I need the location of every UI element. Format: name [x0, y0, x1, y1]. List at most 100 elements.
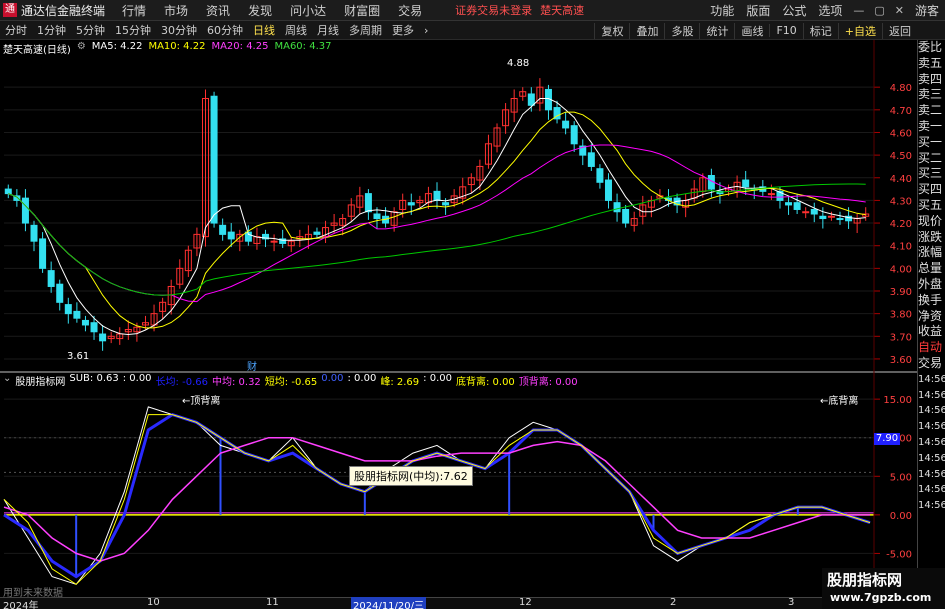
menu-discover[interactable]: 发现 [239, 2, 281, 19]
guest-user[interactable]: 游客 [909, 2, 945, 19]
menu-quotes[interactable]: 行情 [113, 2, 155, 19]
trade-login-warning[interactable]: 证券交易未登录 [455, 2, 532, 18]
candle-down [73, 310, 81, 319]
sub-legend: ⌄ 股朋指标网 SUB: 0.63 : 0.00 长均: -0.66 中均: 0… [3, 373, 578, 388]
candle-up [827, 215, 835, 218]
chart-title[interactable]: 楚天高速(日线) [3, 41, 71, 56]
multi-stock-button[interactable]: 多股 [664, 22, 699, 39]
y-tick-label: -5.00 [886, 549, 912, 560]
mark-button[interactable]: 标记 [802, 22, 838, 39]
candle-up [802, 211, 810, 214]
period-weekly[interactable]: 周线 [280, 22, 312, 38]
candle-down [819, 215, 827, 220]
main-grid [4, 86, 874, 360]
candle-down [364, 193, 372, 213]
period-daily[interactable]: 日线 [248, 22, 280, 38]
side-panel-item: 换手 [918, 292, 943, 307]
side-panel-item: 卖二 [918, 103, 943, 118]
short-avg-value: 短均: -0.65 [264, 377, 318, 388]
f10-button[interactable]: F10 [769, 24, 802, 37]
overlay-button[interactable]: 叠加 [629, 22, 664, 39]
stock-name-header: 楚天高速 [540, 4, 585, 17]
statistics-button[interactable]: 统计 [699, 22, 734, 39]
sub-line-短均 [3, 414, 871, 585]
y-tick-label: 3.80 [890, 310, 912, 321]
side-panel-item: 卖四 [918, 71, 943, 86]
side-panel-item: 交易 [918, 355, 943, 370]
candle-down [81, 319, 89, 326]
period-toolbar: 分时 1分钟 5分钟 15分钟 30分钟 60分钟 日线 周线 月线 多周期 更… [0, 21, 945, 40]
main-legend: 楚天高速(日线) ⚙ MA5: 4.22 MA10: 4.22 MA20: 4.… [3, 41, 331, 56]
kline-chart[interactable]: 4.80 4.70 4.60 4.50 4.40 4.30 4.20 4.10 4.00 3.90… [0, 40, 917, 597]
add-watchlist-button[interactable]: +自选 [837, 22, 882, 39]
back-button[interactable]: 返回 [882, 22, 917, 39]
period-multi[interactable]: 多周期 [344, 22, 387, 38]
y-tick-label: 3.70 [890, 332, 912, 343]
long-avg-value: 长均: -0.66 [155, 377, 208, 388]
restore-rights-button[interactable]: 复权 [594, 22, 629, 39]
chevron-right-icon[interactable]: › [419, 24, 433, 37]
menu-news[interactable]: 资讯 [197, 2, 239, 19]
menu-wealth[interactable]: 财富圈 [335, 2, 389, 19]
candles [4, 78, 870, 351]
mid-avg-value: 中均: 0.32 [211, 377, 261, 388]
candle-down [210, 95, 218, 224]
sub-value: SUB: 0.63 [69, 373, 119, 384]
value-badge: 7.90 [874, 433, 900, 445]
period-1min[interactable]: 1分钟 [32, 22, 71, 38]
high-price-label: 4.88 [507, 58, 530, 69]
quote-side-panel: 委比 卖五 卖四 卖三 卖二 卖一 买一 买二 买三 买四 买五 现价 涨跌 涨幅 总量 外盘 换手 净资 收益 自动… [917, 40, 945, 580]
period-monthly[interactable]: 月线 [312, 22, 344, 38]
y-tick-label: 4.80 [890, 83, 912, 94]
close-icon[interactable]: ✕ [890, 4, 909, 17]
candle-down [64, 304, 72, 315]
finance-marker[interactable]: 财 [247, 358, 257, 373]
sub-value-2: 0.00 [321, 373, 344, 384]
menu-options[interactable]: 选项 [812, 2, 848, 19]
period-5min[interactable]: 5分钟 [71, 22, 110, 38]
draw-line-button[interactable]: 画线 [734, 22, 769, 39]
period-30min[interactable]: 30分钟 [156, 22, 202, 38]
ma-lines [8, 98, 866, 336]
indicator-name[interactable]: 股朋指标网 [15, 373, 65, 388]
menu-right-group: 功能 版面 公式 选项 — ▢ ✕ 游客 [704, 0, 945, 21]
ma10-line [8, 111, 866, 329]
menu-trade[interactable]: 交易 [389, 2, 431, 19]
candle-down [742, 179, 750, 188]
side-panel-item: 14:56 [918, 500, 945, 512]
minimize-icon[interactable]: — [848, 4, 869, 17]
side-panel-item: 涨跌 [918, 229, 943, 244]
watermark: 股朋指标网 www.7gpzb.com [822, 568, 945, 609]
watermark-url: www.7gpzb.com [830, 591, 932, 604]
menu-layout[interactable]: 版面 [740, 2, 776, 19]
menu-market[interactable]: 市场 [155, 2, 197, 19]
period-timeshare[interactable]: 分时 [0, 22, 32, 38]
maximize-icon[interactable]: ▢ [869, 4, 889, 17]
gear-icon[interactable]: ⚙ [77, 41, 86, 56]
side-panel-item: 卖一 [918, 118, 943, 133]
x-tick: 10 [147, 597, 160, 608]
candle-down [21, 197, 29, 224]
ma5-line [8, 98, 866, 336]
candle-down [313, 231, 321, 235]
candle-up [270, 240, 278, 243]
main-y-axis: 4.80 4.70 4.60 4.50 4.40 4.30 4.20 4.10 4.00 3.90… [874, 83, 912, 366]
side-panel-item: 买三 [918, 166, 943, 181]
menu-ask[interactable]: 问小达 [281, 2, 335, 19]
sub-line-SUB [3, 406, 871, 585]
sub-value-4: : 0.00 [423, 373, 452, 384]
candle-down [47, 270, 55, 287]
period-60min[interactable]: 60分钟 [202, 22, 248, 38]
period-more[interactable]: 更多 [387, 22, 419, 38]
side-panel-item: 现价 [918, 213, 943, 228]
dropdown-icon[interactable]: ⌄ [3, 373, 11, 388]
candle-down [433, 190, 441, 201]
menu-formula[interactable]: 公式 [776, 2, 812, 19]
menu-function[interactable]: 功能 [704, 2, 740, 19]
candle-down [793, 202, 801, 210]
x-tick: 2 [670, 597, 677, 608]
x-tick-selected-date: 2024/11/20/三 [351, 597, 427, 609]
side-panel-item: 14:56 [918, 421, 945, 433]
candle-down [39, 238, 47, 269]
period-15min[interactable]: 15分钟 [110, 22, 156, 38]
